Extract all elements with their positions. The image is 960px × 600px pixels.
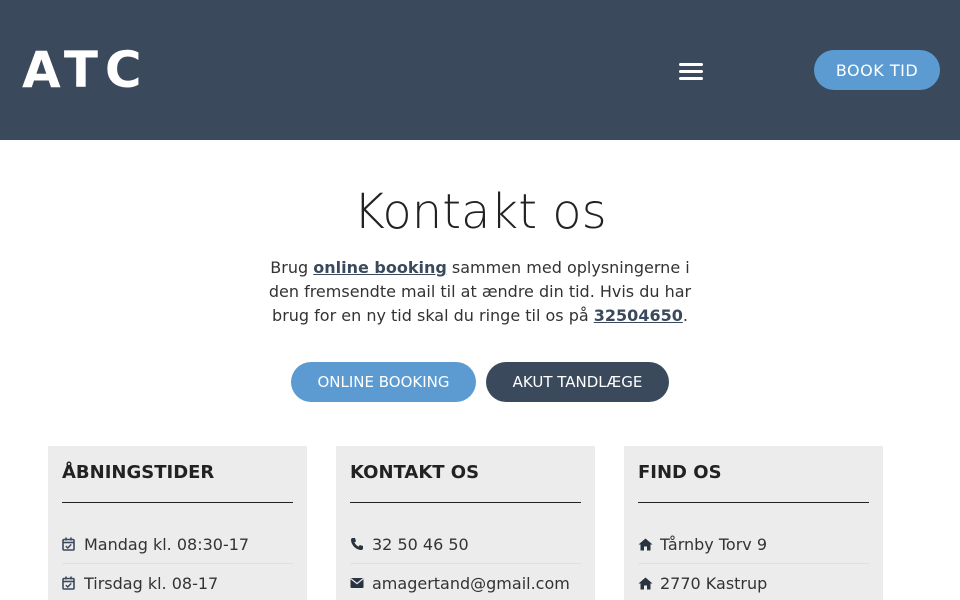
list-item: 2770 Kastrup (638, 564, 869, 600)
hamburger-bar (679, 69, 703, 73)
hours-list: Mandag kl. 08:30-17 Tirsdag kl. 08-17 (62, 525, 293, 600)
list-item[interactable]: amagertand@gmail.com (350, 564, 581, 600)
find-title: FIND OS (638, 462, 722, 483)
hours-card: ÅBNINGSTIDER Mandag kl. 08:30-17 Tirsdag… (48, 446, 307, 600)
contact-email[interactable]: amagertand@gmail.com (372, 574, 581, 593)
hours-title: ÅBNINGSTIDER (62, 462, 215, 483)
contact-card: KONTAKT OS 32 50 46 50 amagertand@gmail.… (336, 446, 595, 600)
home-icon (638, 538, 660, 551)
intro-before: Brug (270, 258, 314, 277)
find-list: Tårnby Torv 9 2770 Kastrup (638, 525, 869, 600)
hamburger-icon[interactable] (670, 50, 712, 92)
list-item[interactable]: 32 50 46 50 (350, 525, 581, 564)
online-booking-link[interactable]: online booking (313, 258, 447, 277)
list-item: Tirsdag kl. 08-17 (62, 564, 293, 600)
akut-tandlaege-button[interactable]: AKUT TANDLÆGE (486, 362, 669, 402)
find-city: 2770 Kastrup (660, 573, 768, 593)
hamburger-bar (679, 62, 703, 66)
contact-title: KONTAKT OS (350, 462, 480, 483)
divider (638, 502, 869, 503)
logo[interactable]: ATC (22, 42, 149, 98)
hours-item-text: Mandag kl. 08:30-17 (84, 534, 250, 554)
list-item: Tårnby Torv 9 (638, 525, 869, 564)
calendar-check-icon (62, 576, 84, 590)
hours-item-text: Tirsdag kl. 08-17 (84, 573, 219, 593)
phone-icon (350, 537, 372, 551)
page-title: Kontakt os (353, 184, 607, 240)
hamburger-bar (679, 76, 703, 80)
divider (350, 502, 581, 503)
list-item: Mandag kl. 08:30-17 (62, 525, 293, 564)
contact-list: 32 50 46 50 amagertand@gmail.com (350, 525, 581, 600)
calendar-check-icon (62, 537, 84, 551)
intro-after: . (682, 306, 688, 325)
envelope-icon (350, 577, 372, 589)
home-icon (638, 577, 660, 590)
find-card: FIND OS Tårnby Torv 9 2770 Kastrup (624, 446, 883, 600)
book-tid-button[interactable]: BOOK TID (814, 50, 940, 90)
intro-text: Brug online booking sammen med oplysning… (265, 256, 695, 328)
find-address: Tårnby Torv 9 (660, 534, 768, 554)
contact-phone[interactable]: 32 50 46 50 (372, 535, 581, 554)
divider (62, 502, 293, 503)
phone-link[interactable]: 32504650 (594, 306, 683, 325)
site-header: ATC BOOK TID (0, 0, 960, 140)
online-booking-button[interactable]: ONLINE BOOKING (291, 362, 476, 402)
